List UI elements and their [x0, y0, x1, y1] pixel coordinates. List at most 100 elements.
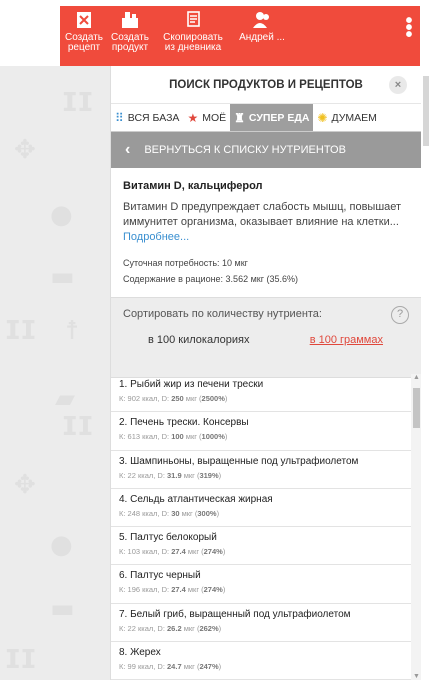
- food-icon: ▬: [50, 262, 75, 292]
- item-kcal: 196: [127, 585, 141, 595]
- item-d: 100: [171, 432, 184, 442]
- create-recipe-button[interactable]: Создать рецепт: [64, 6, 104, 62]
- item-kcal: 22: [127, 470, 136, 480]
- item-meta: К: 103 ккал, D: 27.4 мкг (274%): [119, 547, 226, 557]
- dumbbell-icon: ⵊⵊ: [62, 88, 94, 118]
- food-list: 1. Рыбий жир из печени трески К: 902 ккал…: [111, 374, 411, 680]
- background-sidebar: ⵊⵊ ✥ ● ▬ ⵊⵊ ☨ ▰ ⵊⵊ ✥ ● ▬ ⵊⵊ: [0, 0, 110, 680]
- panel-header: ПОИСК ПРОДУКТОВ И РЕЦЕПТОВ ×: [111, 66, 421, 104]
- back-label: ВЕРНУТЬСЯ К СПИСКУ НУТРИЕНТОВ: [144, 144, 346, 156]
- list-item[interactable]: 7. Белый гриб, выращенный под ультрафиол…: [111, 604, 411, 643]
- apple-icon: ●: [50, 530, 73, 560]
- item-d: 27.4: [171, 547, 186, 557]
- item-pct: 247%: [199, 662, 219, 672]
- tab-thinking[interactable]: ✺ ДУМАЕМ: [313, 104, 380, 131]
- item-pct: 300%: [197, 508, 217, 518]
- dumbbell-icon: ⵊⵊ: [62, 412, 94, 442]
- item-meta: К: 613 ккал, D: 100 мкг (1000%): [119, 432, 228, 442]
- sort-per-100-kcal[interactable]: в 100 килокалориях: [148, 334, 249, 346]
- item-name: 3. Шампиньоны, выращенные под ультрафиол…: [119, 455, 359, 467]
- page-scrollbar[interactable]: [421, 66, 431, 680]
- list-item[interactable]: 6. Палтус черный К: 196 ккал, D: 27.4 мкг…: [111, 565, 411, 604]
- recipe-icon: [77, 12, 91, 28]
- item-kcal: 248: [127, 508, 141, 518]
- more-menu-icon[interactable]: • • •: [405, 11, 413, 45]
- dumbbell-icon: ⵊⵊ: [5, 645, 37, 675]
- item-name: 7. Белый гриб, выращенный под ультрафиол…: [119, 608, 351, 620]
- item-name: 2. Печень трески. Консервы: [119, 417, 249, 429]
- user-menu-button[interactable]: Андрей ...: [232, 6, 292, 62]
- item-pct: 274%: [203, 585, 223, 595]
- star-icon: ★: [187, 110, 199, 125]
- item-name: 4. Сельдь атлантическая жирная: [119, 493, 273, 505]
- create-product-line2: продукт: [111, 42, 149, 53]
- tab-super-food[interactable]: ♜ СУПЕР ЕДА: [230, 104, 314, 131]
- item-pct: 274%: [203, 547, 223, 557]
- list-item[interactable]: 3. Шампиньоны, выращенные под ультрафиол…: [111, 451, 411, 489]
- nutrient-name: Витамин D, кальциферол: [123, 180, 263, 192]
- list-item[interactable]: 8. Жерех К: 99 ккал, D: 24.7 мкг (247%): [111, 642, 411, 680]
- tab-bar: ⠿ ВСЯ БАЗА ★ МОЁ ♜ СУПЕР ЕДА ✺ ДУМАЕМ: [111, 104, 421, 132]
- item-pct: 319%: [199, 470, 219, 480]
- list-item[interactable]: 4. Сельдь атлантическая жирная К: 248 кка…: [111, 489, 411, 528]
- copy-diary-button[interactable]: Скопировать из дневника: [158, 6, 228, 62]
- item-name: 8. Жерех: [119, 647, 161, 659]
- list-item[interactable]: 1. Рыбий жир из печени трески К: 902 ккал…: [111, 374, 411, 413]
- food-icon: ▬: [50, 594, 75, 624]
- panel-title: ПОИСК ПРОДУКТОВ И РЕЦЕПТОВ: [169, 78, 363, 91]
- close-button[interactable]: ×: [389, 76, 407, 94]
- item-name: 1. Рыбий жир из печени трески: [119, 379, 264, 390]
- workout-icon: ✥: [14, 135, 36, 165]
- daily-need: Суточная потребность: 10 мкг: [123, 258, 248, 268]
- copy-icon: [187, 11, 200, 27]
- chevron-left-icon: ‹: [125, 141, 131, 158]
- users-icon: [253, 12, 269, 28]
- item-pct: 2500%: [201, 394, 225, 403]
- tab-label: СУПЕР ЕДА: [248, 111, 310, 124]
- apple-icon: ●: [50, 200, 73, 230]
- item-kcal: 902: [127, 394, 141, 403]
- item-meta: К: 902 ккал, D: 250 мкг (2500%): [119, 394, 228, 403]
- sort-options: Сортировать по количеству нутриента: ? в…: [111, 298, 421, 378]
- item-name: 6. Палтус черный: [119, 570, 201, 582]
- tree-icon: ⠿: [115, 110, 124, 125]
- run-icon: ☨: [65, 316, 80, 346]
- create-product-button[interactable]: Создать продукт: [108, 6, 152, 62]
- page-scroll-thumb[interactable]: [423, 76, 429, 146]
- item-d: 27.4: [171, 585, 186, 595]
- workout-icon: ✥: [14, 470, 36, 500]
- item-meta: К: 99 ккал, D: 24.7 мкг (247%): [119, 662, 222, 672]
- list-item[interactable]: 2. Печень трески. Консервы К: 613 ккал, D…: [111, 412, 411, 451]
- list-item[interactable]: 5. Палтус белокорый К: 103 ккал, D: 27.4 …: [111, 527, 411, 566]
- more-link[interactable]: Подробнее...: [123, 231, 189, 243]
- nutrient-description: Витамин D предупреждает слабость мышц, п…: [123, 200, 409, 245]
- item-d: 24.7: [167, 662, 182, 672]
- tab-label: ДУМАЕМ: [331, 111, 377, 124]
- trophy-icon: ♜: [234, 110, 245, 125]
- item-d: 30: [171, 508, 180, 518]
- item-meta: К: 22 ккал, D: 31.9 мкг (319%): [119, 470, 222, 480]
- tab-mine[interactable]: ★ МОЁ: [183, 104, 230, 131]
- nutrient-info: Витамин D, кальциферол Витамин D предупр…: [111, 168, 421, 298]
- back-to-nutrients-button[interactable]: ‹ ВЕРНУТЬСЯ К СПИСКУ НУТРИЕНТОВ: [111, 132, 421, 168]
- top-toolbar: Создать рецепт Создать продукт Скопирова…: [0, 0, 431, 66]
- help-icon[interactable]: ?: [391, 306, 409, 324]
- product-icon: [122, 12, 138, 28]
- copy-diary-line2: из дневника: [164, 42, 222, 53]
- dumbbell-icon: ⵊⵊ: [5, 316, 37, 346]
- item-d: 26.2: [167, 623, 182, 633]
- tab-all-base[interactable]: ⠿ ВСЯ БАЗА: [111, 104, 183, 131]
- diet-content: Содержание в рационе: 3.562 мкг (35.6%): [123, 274, 298, 284]
- scroll-thumb[interactable]: [413, 388, 420, 428]
- item-d: 250: [171, 394, 184, 403]
- item-kcal: 22: [127, 623, 136, 633]
- sort-title: Сортировать по количеству нутриента:: [123, 308, 322, 320]
- sort-per-100-g[interactable]: в 100 граммах: [310, 334, 383, 346]
- item-name: 5. Палтус белокорый: [119, 532, 217, 544]
- item-d: 31.9: [167, 470, 182, 480]
- item-kcal: 613: [127, 432, 141, 442]
- item-meta: К: 196 ккал, D: 27.4 мкг (274%): [119, 585, 226, 595]
- sort-row: в 100 килокалориях в 100 граммах: [123, 334, 409, 346]
- item-meta: К: 248 ккал, D: 30 мкг (300%): [119, 508, 220, 518]
- item-pct: 262%: [199, 623, 219, 633]
